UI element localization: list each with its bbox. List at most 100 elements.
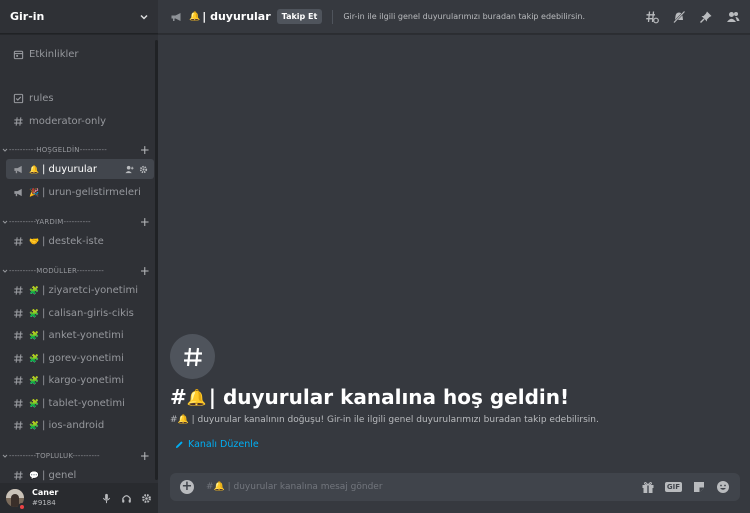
- handshake-icon: 🤝: [29, 236, 39, 246]
- channel-label: | tablet-yonetimi: [41, 397, 125, 409]
- add-channel-icon[interactable]: +: [140, 144, 150, 156]
- channel-anket-yonetimi[interactable]: 🧩 | anket-yonetimi: [6, 325, 154, 345]
- category-label: ----------MODÜLLER----------: [9, 267, 104, 275]
- hash-icon: [12, 419, 24, 431]
- user-panel: Caner #9184: [0, 483, 158, 513]
- welcome-title-text: | duyurular kanalına hoş geldin!: [208, 385, 570, 409]
- channel-calisan-giris-cikis[interactable]: 🧩 | calisan-giris-cikis: [6, 303, 154, 323]
- server-name: Gir-in: [10, 10, 45, 23]
- announcement-icon: [12, 186, 24, 198]
- headphones-icon[interactable]: [121, 493, 132, 504]
- channel-label: | duyurular: [41, 163, 97, 175]
- status-indicator: [18, 503, 26, 511]
- channel-label: | gorev-yonetimi: [41, 352, 124, 364]
- hash-icon: [12, 397, 24, 409]
- channel-label: moderator-only: [29, 115, 107, 127]
- welcome-description: #🔔 | duyurular kanalının doğuşu! Gir-in …: [170, 415, 740, 425]
- channel-header: 🔔 | duyurular Takip Et Gir-in ile ilgili…: [158, 0, 750, 34]
- channel-tablet-yonetimi[interactable]: 🧩 | tablet-yonetimi: [6, 393, 154, 413]
- edit-channel-link[interactable]: Kanalı Düzenle: [175, 439, 259, 450]
- puzzle-icon: 🧩: [29, 285, 39, 295]
- channel-list: Etkinlikler rules moderator-only -------…: [0, 35, 158, 483]
- gif-button[interactable]: GIF: [664, 482, 682, 492]
- add-channel-icon[interactable]: +: [140, 450, 150, 462]
- sticker-icon[interactable]: [692, 480, 706, 494]
- user-discriminator: #9184: [32, 499, 56, 507]
- rules-icon: [12, 92, 24, 104]
- follow-button[interactable]: Takip Et: [276, 9, 323, 24]
- hash-icon: [12, 352, 24, 364]
- category-label: ----------HOŞGELDİN----------: [9, 146, 107, 154]
- pin-icon[interactable]: [699, 10, 713, 24]
- channel-label: | kargo-yonetimi: [41, 374, 125, 386]
- app-window: Gir-in Etkinlikler rules moderator-only …: [0, 0, 750, 513]
- bell-icon: 🔔: [186, 387, 207, 407]
- channel-moderator-only[interactable]: moderator-only: [6, 111, 154, 131]
- category-topluluk[interactable]: ----------TOPLULUK---------- +: [2, 450, 154, 462]
- gift-icon[interactable]: [641, 480, 655, 494]
- channel-topic[interactable]: Gir-in ile ilgili genel duyurularımızı b…: [343, 12, 585, 21]
- message-composer[interactable]: + #🔔 | duyurular kanalına mesaj gönder G…: [170, 473, 740, 501]
- add-channel-icon[interactable]: +: [140, 216, 150, 228]
- puzzle-icon: 🧩: [29, 420, 39, 430]
- channel-label: | urun-gelistirmeleri: [41, 186, 141, 198]
- channel-ios-android[interactable]: 🧩 | ios-android: [6, 415, 154, 435]
- add-attachment-button[interactable]: +: [180, 480, 194, 494]
- events-item[interactable]: Etkinlikler: [6, 44, 154, 64]
- channel-ziyaretci-yonetimi[interactable]: 🧩 | ziyaretci-yonetimi: [6, 280, 154, 300]
- gear-icon[interactable]: [139, 165, 148, 174]
- channel-label: | genel: [41, 469, 77, 481]
- announcement-icon: [171, 12, 181, 21]
- gear-icon[interactable]: [141, 493, 152, 504]
- channel-urun-gelistirmeleri[interactable]: 🎉 | urun-gelistirmeleri: [6, 182, 154, 202]
- speech-bubble-icon: 💬: [29, 470, 39, 480]
- channel-sidebar: Gir-in Etkinlikler rules moderator-only …: [0, 0, 158, 513]
- welcome-desc-text: | duyurular kanalının doğuşu! Gir-in ile…: [191, 415, 599, 425]
- channel-rules[interactable]: rules: [6, 88, 154, 108]
- category-moduller[interactable]: ----------MODÜLLER---------- +: [2, 265, 154, 277]
- hash-icon: [12, 284, 24, 296]
- message-input[interactable]: #🔔 | duyurular kanalına mesaj gönder: [206, 482, 383, 492]
- notification-muted-icon[interactable]: [672, 10, 686, 24]
- events-label: Etkinlikler: [29, 48, 79, 60]
- channel-title: | duyurular: [202, 10, 271, 23]
- channel-duyurular[interactable]: 🔔 | duyurular: [6, 159, 154, 179]
- channel-label: rules: [29, 92, 54, 104]
- username: Caner: [32, 488, 59, 497]
- channel-gorev-yonetimi[interactable]: 🧩 | gorev-yonetimi: [6, 348, 154, 368]
- channel-label: | ios-android: [41, 419, 105, 431]
- hash-icon: [12, 115, 24, 127]
- emoji-icon[interactable]: [716, 480, 730, 494]
- category-hosgeldin[interactable]: ----------HOŞGELDİN---------- +: [2, 144, 154, 156]
- calendar-icon: [12, 48, 24, 60]
- hash-icon: [12, 374, 24, 386]
- member-list-icon[interactable]: [726, 10, 740, 24]
- channel-label: | anket-yonetimi: [41, 329, 124, 341]
- pencil-icon: [175, 441, 183, 449]
- invite-icon[interactable]: [125, 165, 134, 174]
- puzzle-icon: 🧩: [29, 375, 39, 385]
- microphone-icon[interactable]: [101, 493, 112, 504]
- hash-icon: [183, 347, 202, 366]
- add-channel-icon[interactable]: +: [140, 265, 150, 277]
- chevron-down-icon: [2, 220, 8, 224]
- channel-destek-iste[interactable]: 🤝 | destek-iste: [6, 231, 154, 251]
- channel-label: | calisan-giris-cikis: [41, 307, 134, 319]
- puzzle-icon: 🧩: [29, 398, 39, 408]
- puzzle-icon: 🧩: [29, 330, 39, 340]
- channel-welcome: # 🔔 | duyurular kanalına hoş geldin! #🔔 …: [170, 334, 740, 425]
- sidebar-scrollbar[interactable]: [155, 40, 158, 480]
- chevron-down-icon: [2, 269, 8, 273]
- channel-label: | destek-iste: [41, 235, 104, 247]
- channel-kargo-yonetimi[interactable]: 🧩 | kargo-yonetimi: [6, 370, 154, 390]
- user-info[interactable]: Caner #9184: [32, 488, 58, 508]
- category-label: ----------TOPLULUK----------: [9, 452, 100, 460]
- threads-icon[interactable]: [645, 10, 659, 24]
- welcome-title: # 🔔 | duyurular kanalına hoş geldin!: [170, 385, 740, 409]
- hash-icon: [12, 469, 24, 481]
- category-yardim[interactable]: ----------YARDIM---------- +: [2, 216, 154, 228]
- chevron-down-icon: [2, 454, 8, 458]
- welcome-hash: #: [170, 385, 187, 409]
- server-header[interactable]: Gir-in: [0, 0, 158, 34]
- channel-genel[interactable]: 💬 | genel: [6, 465, 154, 483]
